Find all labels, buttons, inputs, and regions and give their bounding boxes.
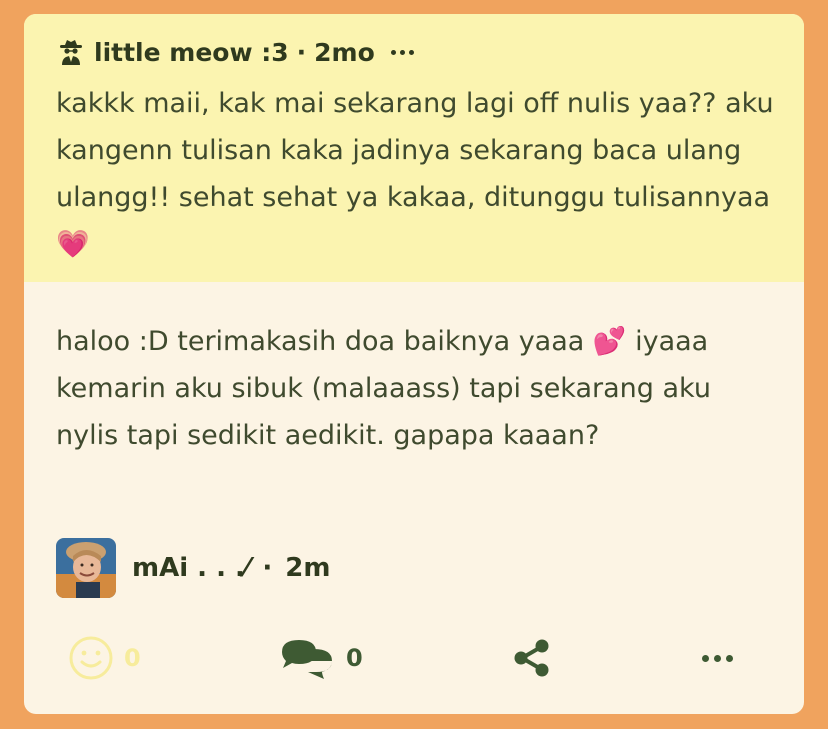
question-author-name[interactable]: little meow :3 [94,38,289,67]
chat-bubbles-icon [282,640,332,679]
avatar[interactable] [56,538,116,598]
answer-text: haloo :D terimakasih doa baiknya yaaa 💕 … [56,326,711,451]
spy-icon [60,40,82,65]
smiley-icon [69,636,113,680]
question-section: little meow :3 · 2mo kakkk maii, kak mai… [24,14,804,282]
question-more-icon[interactable] [390,49,414,55]
share-icon [514,639,549,677]
action-bar: 0 0 [24,626,804,690]
question-text: kakkk maii, kak mai sekarang lagi off nu… [56,88,774,260]
question-separator: · [296,37,307,67]
share-button[interactable] [510,634,554,682]
more-options-button[interactable] [702,634,733,682]
comment-button[interactable]: 0 [278,634,363,682]
react-count: 0 [124,644,141,672]
more-dots-icon [702,654,733,662]
question-header: little meow :3 · 2mo [56,34,414,70]
react-button[interactable]: 0 [68,634,141,682]
answer-author[interactable]: mAi . . .⁄ · 2m [56,538,330,598]
response-card: little meow :3 · 2mo kakkk maii, kak mai… [24,14,804,714]
comment-count: 0 [346,644,363,672]
question-time: 2mo [314,37,375,67]
answer-author-name[interactable]: mAi . . .⁄ · 2m [132,553,330,583]
